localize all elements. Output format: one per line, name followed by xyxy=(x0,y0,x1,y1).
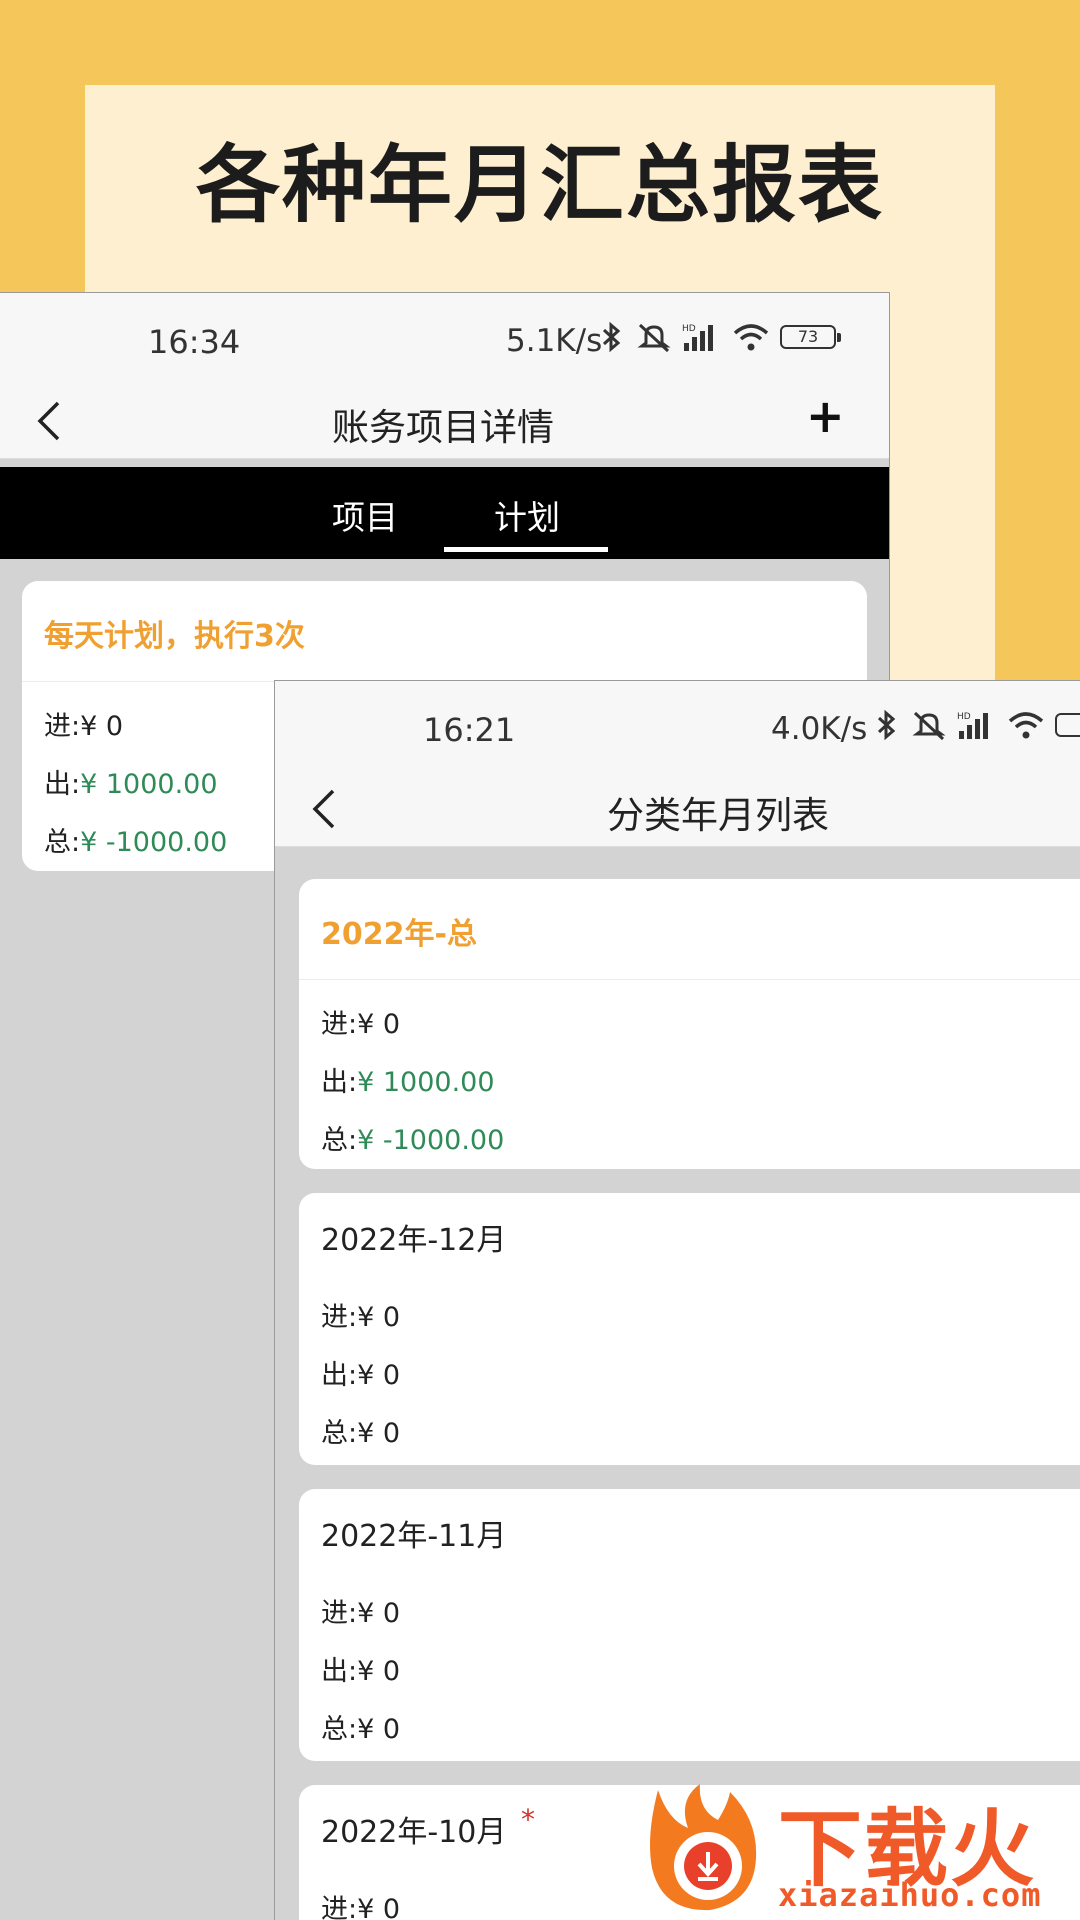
expense-row: 出:¥ 1000.00 xyxy=(44,762,218,801)
flame-download-icon xyxy=(650,1784,757,1911)
svg-text:HD: HD xyxy=(682,324,696,334)
summary-card-month[interactable]: 2022年-11月 进:¥ 0 出:¥ 0 总:¥ 0 xyxy=(299,1489,1080,1761)
expense-value: ¥ 1000.00 xyxy=(80,769,218,800)
income-label: 进: xyxy=(321,1009,358,1040)
summary-card-year-total[interactable]: 2022年-总 进:¥ 0 出:¥ 1000.00 总:¥ -1000.00 xyxy=(299,879,1080,1169)
total-label: 总: xyxy=(44,827,81,858)
income-row: 进:¥ 0 xyxy=(321,1591,400,1630)
expense-label: 出: xyxy=(44,769,81,800)
status-bar: 16:21 4.0K/s HD xyxy=(275,681,1080,767)
total-label: 总: xyxy=(321,1125,358,1156)
status-bar: 16:34 5.1K/s HD 73 xyxy=(0,293,889,379)
income-value: ¥ 0 xyxy=(357,1894,401,1920)
expense-label: 出: xyxy=(321,1656,358,1687)
svg-text:HD: HD xyxy=(957,712,971,722)
headline: 各种年月汇总报表 xyxy=(195,136,884,234)
battery-icon: 73 xyxy=(780,325,841,349)
battery-level: 73 xyxy=(797,327,819,346)
card-title: 2022年-12月 xyxy=(321,1223,507,1258)
page-title: 账务项目详情 xyxy=(332,406,554,449)
mute-icon xyxy=(912,711,946,741)
income-label: 进: xyxy=(44,711,81,742)
expense-row: 出:¥ 0 xyxy=(321,1353,400,1392)
total-label: 总: xyxy=(321,1418,358,1449)
status-time: 16:34 xyxy=(148,323,241,361)
watermark-url: xiazaihuo.com xyxy=(778,1876,1042,1914)
card-title: 2022年-总 xyxy=(321,917,477,952)
expense-row: 出:¥ 0 xyxy=(321,1649,400,1688)
total-value: ¥ -1000.00 xyxy=(80,827,228,858)
status-network-speed: 5.1K/s xyxy=(506,323,603,359)
nav-bar: 分类年月列表 xyxy=(275,767,1080,847)
expense-value: ¥ 1000.00 xyxy=(357,1067,495,1098)
signal-icon: HD xyxy=(957,712,988,739)
card-title: 2022年-10月 xyxy=(321,1815,507,1850)
expense-value: ¥ 0 xyxy=(357,1656,401,1687)
total-value: ¥ 0 xyxy=(357,1418,401,1449)
back-arrow-icon[interactable] xyxy=(34,399,64,443)
signal-icon: HD xyxy=(682,324,713,351)
total-row: 总:¥ -1000.00 xyxy=(321,1118,504,1157)
plan-card-title: 每天计划，执行3次 xyxy=(44,619,305,654)
add-button[interactable]: + xyxy=(806,389,845,443)
income-value: ¥ 0 xyxy=(357,1009,401,1040)
watermark-logo: 下载火 xiazaihuo.com xyxy=(638,1780,1080,1920)
active-tab-indicator xyxy=(444,547,608,552)
income-row: 进:¥ 0 xyxy=(321,1887,400,1920)
income-label: 进: xyxy=(321,1598,358,1629)
expense-label: 出: xyxy=(321,1067,358,1098)
nav-bar: 账务项目详情 + xyxy=(0,379,889,459)
mute-icon xyxy=(637,323,671,353)
total-row: 总:¥ 0 xyxy=(321,1707,400,1746)
expense-row: 出:¥ 1000.00 xyxy=(321,1060,495,1099)
income-value: ¥ 0 xyxy=(80,711,124,742)
tab-plan[interactable]: 计划 xyxy=(494,491,560,539)
battery-icon xyxy=(1055,713,1080,737)
income-label: 进: xyxy=(321,1894,358,1920)
tab-project[interactable]: 项目 xyxy=(332,491,398,539)
wifi-icon xyxy=(733,324,769,351)
bluetooth-icon xyxy=(602,321,621,353)
total-row: 总:¥ -1000.00 xyxy=(44,820,227,859)
total-value: ¥ -1000.00 xyxy=(357,1125,505,1156)
card-title: 2022年-11月 xyxy=(321,1519,507,1554)
status-time: 16:21 xyxy=(423,711,516,749)
tab-bar: 项目 计划 xyxy=(0,467,889,559)
total-label: 总: xyxy=(321,1714,358,1745)
status-network-speed: 4.0K/s xyxy=(771,711,868,747)
marker-star: * xyxy=(521,1803,535,1836)
wifi-icon xyxy=(1008,712,1044,739)
income-row: 进:¥ 0 xyxy=(321,1002,400,1041)
bluetooth-icon xyxy=(877,709,896,741)
total-value: ¥ 0 xyxy=(357,1714,401,1745)
card-divider xyxy=(299,979,1080,980)
back-arrow-icon[interactable] xyxy=(309,787,339,831)
expense-value: ¥ 0 xyxy=(357,1360,401,1391)
summary-card-month[interactable]: 2022年-12月 进:¥ 0 出:¥ 0 总:¥ 0 xyxy=(299,1193,1080,1465)
income-row: 进:¥ 0 xyxy=(321,1295,400,1334)
income-value: ¥ 0 xyxy=(357,1598,401,1629)
screen-category-year-month-list: 16:21 4.0K/s HD 分类年月列表 2022年-总 进:¥ 0 出:¥… xyxy=(274,680,1080,1920)
page-title: 分类年月列表 xyxy=(607,794,829,837)
income-row: 进:¥ 0 xyxy=(44,704,123,743)
income-value: ¥ 0 xyxy=(357,1302,401,1333)
total-row: 总:¥ 0 xyxy=(321,1411,400,1450)
income-label: 进: xyxy=(321,1302,358,1333)
expense-label: 出: xyxy=(321,1360,358,1391)
